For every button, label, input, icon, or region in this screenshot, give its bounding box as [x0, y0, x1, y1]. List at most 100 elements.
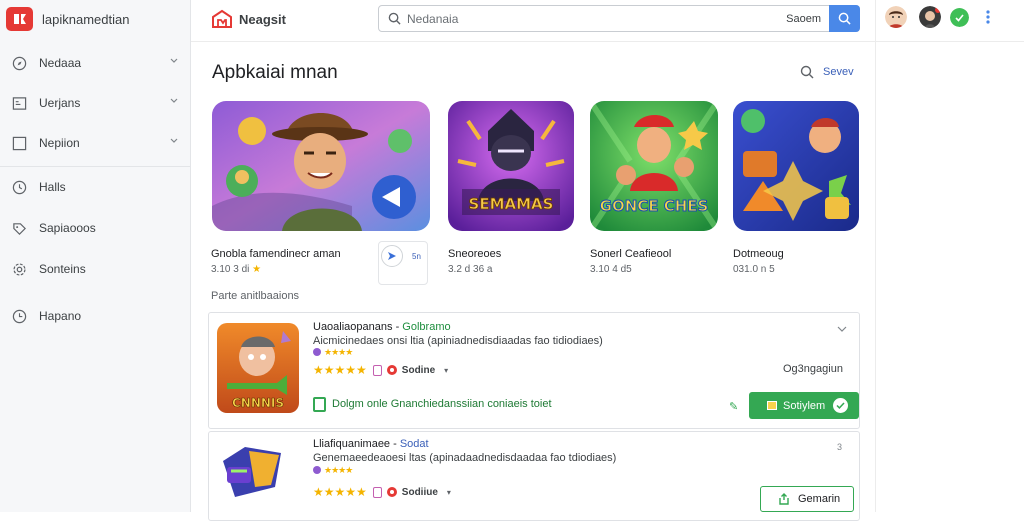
app-title-text: Lliafiquanimaee	[313, 438, 391, 450]
sidebar-item-label: Halls	[39, 180, 66, 194]
featured-app-title[interactable]: Gnobla famendinecr aman	[211, 248, 341, 260]
see-all-label: Sevev	[823, 66, 854, 78]
sidebar-item-label: Hapano	[39, 309, 82, 323]
sidebar-item-label: Uerjans	[39, 96, 81, 110]
sidebar-item-halls[interactable]: Halls	[0, 168, 190, 206]
source-label[interactable]: Sodiiue	[402, 487, 438, 498]
search-input[interactable]	[407, 10, 737, 28]
featured-app-tile[interactable]: GONCE CHES	[590, 101, 718, 231]
featured-app-rating: 3.2 d 36 a	[448, 264, 493, 275]
game-artwork-ninja: SEMAMAS	[448, 101, 574, 231]
topbar-divider	[875, 0, 876, 42]
site-name: Neagsit	[239, 11, 286, 27]
edit-icon[interactable]: ✎	[729, 400, 738, 413]
sidebar-item-sonteins[interactable]: Sonteins	[0, 250, 190, 288]
content-divider	[875, 42, 876, 512]
site-logo[interactable]: Neagsit	[211, 9, 286, 29]
sidebar-item-uerjans[interactable]: Uerjans	[0, 84, 190, 122]
source-label[interactable]: Sodine	[402, 365, 435, 376]
sidebar-item-nedaaa[interactable]: Nedaaa	[0, 44, 190, 82]
sidebar-item-label: Sapiaooos	[39, 221, 96, 235]
install-badge-icon	[767, 401, 777, 410]
source-icon	[386, 365, 397, 375]
chevron-down-icon	[170, 138, 178, 143]
game-artwork-battle	[733, 101, 859, 231]
app-title-text: Uaoaliaopanans	[313, 321, 393, 333]
featured-app-tile[interactable]: SEMAMAS	[448, 101, 574, 231]
top-bar: Neagsit Saoem	[191, 0, 1024, 42]
compass-icon	[11, 55, 27, 71]
app-description: Aicmicinedaes onsi ltia (apiniadnedisdia…	[313, 335, 603, 347]
chevron-down-icon[interactable]: ▾	[447, 488, 451, 497]
install-button-label: Gemarin	[798, 493, 841, 505]
play-chip-label: 5n	[412, 252, 421, 261]
featured-app-rating: 3.10 4 d5	[590, 264, 632, 275]
rating-row: ★★★★★ Sodiiue ▾	[313, 485, 451, 499]
chevron-down-icon[interactable]: ▾	[444, 366, 448, 375]
section-heading: Parte anitlbaaions	[211, 290, 300, 302]
search-icon	[388, 12, 401, 25]
featured-app-tile[interactable]	[733, 101, 859, 231]
promo-text[interactable]: Dolgm onle Gnanchiedanssiian coniaeis to…	[332, 398, 552, 410]
rating-value: 3.10 3 di	[211, 264, 250, 275]
brand[interactable]: lapiknamedtian	[6, 6, 129, 32]
rating-row: ★★★★★ Sodine ▾	[313, 363, 448, 377]
game-title-art: GONCE CHES	[600, 197, 709, 215]
sidebar-item-label: Sonteins	[39, 262, 86, 276]
search-button[interactable]	[829, 5, 860, 32]
more-options-icon[interactable]	[983, 8, 993, 26]
check-icon	[833, 398, 848, 413]
install-button[interactable]: Sotiylem	[749, 392, 859, 419]
see-all-link[interactable]: Sevev	[800, 65, 854, 79]
sidebar: lapiknamedtian Nedaaa Uerjans Nepiion Ha…	[0, 0, 191, 512]
install-button-label: Sotiylem	[783, 399, 826, 412]
featured-app-title[interactable]: Sonerl Ceafieool	[590, 248, 671, 260]
play-chip[interactable]: 5n	[378, 241, 428, 285]
search-icon	[838, 12, 851, 25]
app-list-card[interactable]: Lliafiquanimaee - Sodat Genemaeedeaoesi …	[208, 431, 860, 521]
sidebar-item-nepiion[interactable]: Nepiion	[0, 124, 190, 162]
store-logo-icon	[212, 9, 232, 28]
page-title: Apbkaiai mnan	[212, 62, 338, 83]
game-artwork-crystal	[219, 441, 285, 501]
mini-rating: ★★★★	[313, 347, 353, 358]
promo-row: Dolgm onle Gnanchiedanssiian coniaeis to…	[209, 388, 860, 426]
status-icon[interactable]	[950, 8, 969, 27]
bookmark-icon[interactable]	[372, 486, 382, 498]
category-dot-icon	[313, 466, 321, 474]
play-icon	[381, 245, 403, 267]
tag-icon	[11, 220, 27, 236]
category-dot-icon	[313, 348, 321, 356]
featured-app-title[interactable]: Sneoreoes	[448, 248, 501, 260]
game-artwork-cowboy	[212, 101, 430, 231]
avatar[interactable]	[885, 6, 907, 28]
expand-chevron-icon[interactable]	[837, 325, 847, 336]
search-label[interactable]: Saoem	[786, 13, 821, 25]
sidebar-item-label: Nedaaa	[39, 56, 82, 70]
avatar-secondary[interactable]	[919, 6, 941, 28]
sidebar-item-label: Nepiion	[39, 136, 80, 150]
app-status[interactable]: Og3ngagiun	[783, 363, 843, 375]
featured-app-title[interactable]: Dotmeoug	[733, 248, 784, 260]
star-rating-icon: ★★★★★	[313, 485, 367, 499]
game-artwork-hero: GONCE CHES	[590, 101, 718, 231]
history-icon	[11, 308, 27, 324]
featured-app-tile[interactable]	[212, 101, 430, 231]
app-icon	[219, 441, 285, 501]
install-button[interactable]: Gemarin	[760, 486, 854, 512]
app-title[interactable]: Lliafiquanimaee - Sodat	[313, 438, 429, 450]
grid-icon	[11, 95, 27, 111]
clock-icon	[11, 179, 27, 195]
gear-icon	[11, 261, 27, 277]
star-rating-icon: ★★★★★	[313, 363, 367, 377]
sidebar-item-hapano[interactable]: Hapano	[0, 297, 190, 335]
app-title[interactable]: Uaoaliaopanans - Golbramo	[313, 321, 451, 333]
featured-app-rating: 3.10 3 di ★	[211, 264, 261, 275]
developer-name[interactable]: Sodat	[400, 438, 429, 450]
mini-rating: ★★★★	[313, 465, 353, 476]
sidebar-item-sapiaooos[interactable]: Sapiaooos	[0, 209, 190, 247]
more-indicator[interactable]: 3	[837, 442, 842, 452]
bookmark-icon[interactable]	[372, 364, 382, 376]
developer-name[interactable]: Golbramo	[402, 321, 450, 333]
sidebar-divider	[0, 166, 190, 167]
